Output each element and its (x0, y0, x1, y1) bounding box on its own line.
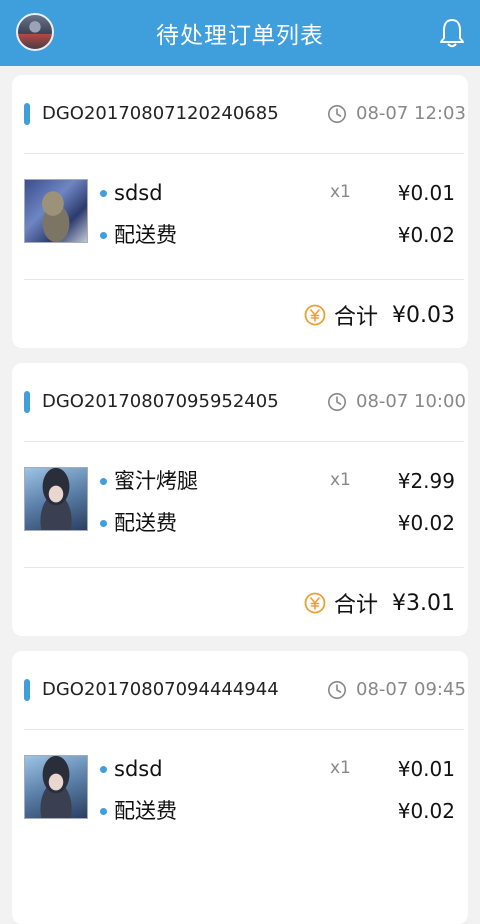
item-qty: x1 (330, 758, 351, 778)
divider (24, 729, 464, 730)
item-price: ¥2.99 (397, 469, 455, 493)
order-time: 08-07 12:03 (356, 103, 466, 124)
item-name: 配送费 (114, 223, 177, 247)
order-card[interactable]: DGO20170807095952405 08-07 10:00 蜜汁烤腿 x1… (12, 363, 468, 636)
order-item: sdsd x1 ¥0.01 (12, 756, 468, 782)
order-total: 合计 ¥0.03 (304, 300, 455, 330)
page-title: 待处理订单列表 (156, 23, 324, 49)
item-qty: x1 (330, 182, 351, 202)
order-item: 配送费 ¥0.02 (12, 222, 468, 248)
divider (24, 153, 464, 154)
item-name: sdsd (114, 181, 163, 205)
item-price: ¥0.02 (397, 511, 455, 535)
bullet-icon (100, 766, 107, 773)
item-name: 蜜汁烤腿 (114, 469, 198, 493)
order-item: 配送费 ¥0.02 (12, 510, 468, 536)
total-label: 合计 (334, 593, 379, 618)
accent-bar (24, 679, 30, 701)
item-price: ¥0.02 (397, 799, 455, 823)
divider (24, 279, 464, 280)
order-total: 合计 ¥3.01 (304, 588, 455, 618)
divider (24, 567, 464, 568)
bullet-icon (100, 478, 107, 485)
item-name: sdsd (114, 757, 163, 781)
item-name: 配送费 (114, 799, 177, 823)
order-header: DGO20170807095952405 08-07 10:00 (12, 363, 468, 442)
order-item: sdsd x1 ¥0.01 (12, 180, 468, 206)
clock-icon (328, 681, 346, 699)
accent-bar (24, 103, 30, 125)
clock-icon (328, 105, 346, 123)
order-time: 08-07 09:45 (356, 679, 466, 700)
yen-icon (304, 304, 326, 326)
bullet-icon (100, 520, 107, 527)
bell-icon[interactable] (438, 17, 466, 49)
order-number: DGO20170807120240685 (42, 103, 279, 124)
order-card[interactable]: DGO20170807120240685 08-07 12:03 sdsd x1… (12, 75, 468, 348)
total-amount: ¥0.03 (392, 302, 455, 328)
bullet-icon (100, 232, 107, 239)
order-header: DGO20170807094444944 08-07 09:45 (12, 651, 468, 730)
bullet-icon (100, 808, 107, 815)
order-time: 08-07 10:00 (356, 391, 466, 412)
divider (24, 441, 464, 442)
bullet-icon (100, 190, 107, 197)
order-number: DGO20170807094444944 (42, 679, 279, 700)
clock-icon (328, 393, 346, 411)
yen-icon (304, 592, 326, 614)
total-amount: ¥3.01 (392, 590, 455, 616)
order-item: 配送费 ¥0.02 (12, 798, 468, 824)
accent-bar (24, 391, 30, 413)
item-name: 配送费 (114, 511, 177, 535)
total-label: 合计 (334, 305, 379, 330)
user-avatar[interactable] (16, 13, 54, 51)
order-number: DGO20170807095952405 (42, 391, 279, 412)
order-header: DGO20170807120240685 08-07 12:03 (12, 75, 468, 154)
order-card[interactable]: DGO20170807094444944 08-07 09:45 sdsd x1… (12, 651, 468, 924)
order-item: 蜜汁烤腿 x1 ¥2.99 (12, 468, 468, 494)
item-qty: x1 (330, 470, 351, 490)
item-price: ¥0.01 (397, 757, 455, 781)
item-price: ¥0.02 (397, 223, 455, 247)
app-header: 待处理订单列表 (0, 0, 480, 66)
item-price: ¥0.01 (397, 181, 455, 205)
